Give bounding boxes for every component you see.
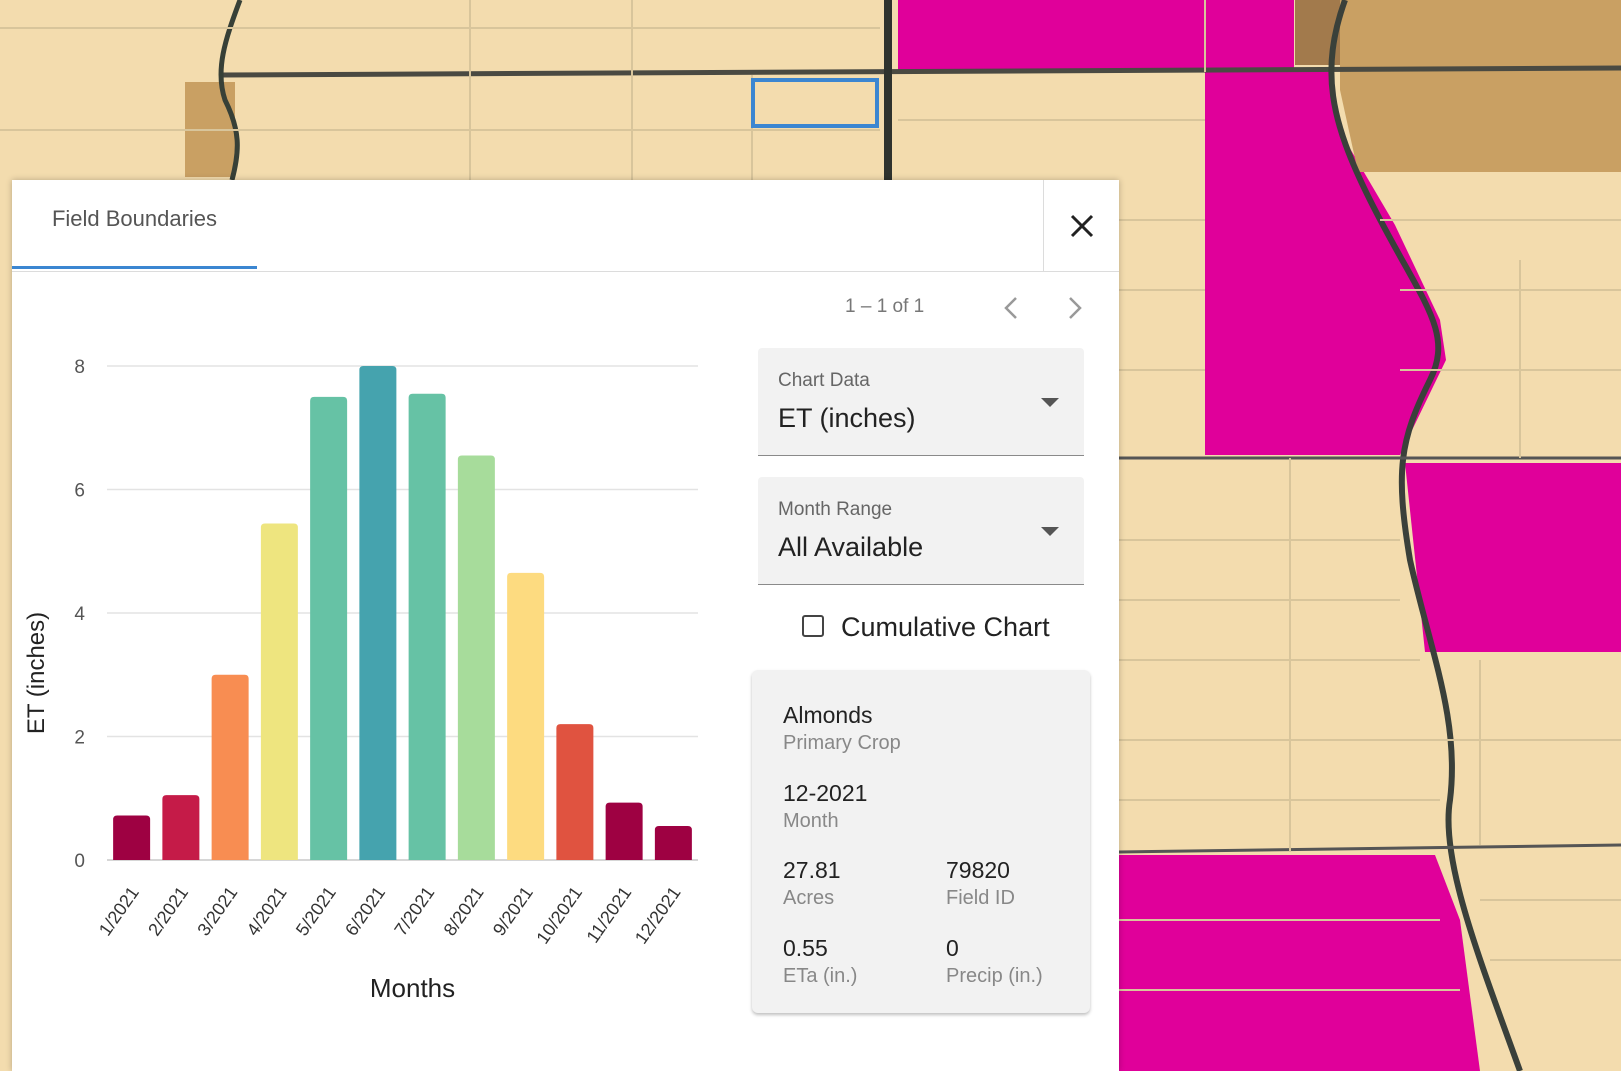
eta-value: 0.55 xyxy=(783,935,828,961)
cumulative-label: Cumulative Chart xyxy=(841,612,1050,642)
month-range-label: Month Range xyxy=(778,499,893,520)
month-range-value: All Available xyxy=(778,532,924,562)
pager-text: 1 – 1 of 1 xyxy=(845,296,925,317)
month-label: Month xyxy=(783,810,839,832)
chevron-right-icon xyxy=(1069,297,1082,319)
prev-page-button[interactable] xyxy=(994,290,1030,326)
tab-field-boundaries[interactable]: Field Boundaries xyxy=(12,180,257,269)
x-tick-label: 4/2021 xyxy=(243,883,291,940)
precip-value: 0 xyxy=(946,935,959,961)
x-tick-label: 10/2021 xyxy=(532,883,586,948)
x-tick-label: 8/2021 xyxy=(440,883,488,940)
x-tick-label: 3/2021 xyxy=(193,883,241,940)
chart-data-value: ET (inches) xyxy=(778,403,916,433)
chart-data-select[interactable]: Chart Data ET (inches) xyxy=(758,348,1084,456)
dropdown-arrow-icon xyxy=(1041,398,1059,407)
next-page-button[interactable] xyxy=(1056,290,1092,326)
bar xyxy=(457,455,495,860)
bar xyxy=(408,393,446,860)
bar xyxy=(507,572,545,860)
dropdown-arrow-icon xyxy=(1041,527,1059,536)
x-tick-label: 6/2021 xyxy=(341,883,389,940)
bar xyxy=(162,795,200,860)
x-tick-label: 2/2021 xyxy=(144,883,192,940)
month-range-select[interactable]: Month Range All Available xyxy=(758,477,1084,585)
x-tick-label: 7/2021 xyxy=(390,883,438,940)
y-axis-label: ET (inches) xyxy=(23,612,50,734)
x-axis-label: Months xyxy=(370,973,455,1003)
tab-field-boundaries-label: Field Boundaries xyxy=(51,206,218,231)
bar xyxy=(211,674,249,860)
y-tick-label: 0 xyxy=(74,851,85,872)
et-bar-chart: 0 2 4 6 8 1/2021 2/2021 3/2021 4/2021 5/2021 6/202… xyxy=(23,357,698,1003)
bar xyxy=(654,826,692,860)
x-tick-label: 1/2021 xyxy=(95,883,143,940)
x-tick-label: 11/2021 xyxy=(582,883,635,947)
y-tick-label: 8 xyxy=(74,357,85,378)
tab-bar: Field Boundaries xyxy=(12,180,1119,272)
crop-field xyxy=(1119,855,1480,1071)
precip-label: Precip (in.) xyxy=(946,965,1043,987)
x-tick-label: 12/2021 xyxy=(631,883,685,948)
close-button[interactable] xyxy=(1043,180,1120,271)
y-tick-label: 6 xyxy=(74,481,85,502)
field-id-label: Field ID xyxy=(946,887,1015,909)
chevron-left-icon xyxy=(1004,297,1017,319)
month-value: 12-2021 xyxy=(783,780,868,806)
bar xyxy=(556,724,594,860)
bar xyxy=(359,366,397,860)
y-tick-label: 4 xyxy=(74,604,85,625)
bar xyxy=(260,523,298,860)
field-info-card: Almonds Primary Crop 12-2021 Month 27.81… xyxy=(752,670,1090,1013)
chart-data-label: Chart Data xyxy=(778,370,870,391)
crop-label: Primary Crop xyxy=(783,732,901,754)
crop-value: Almonds xyxy=(783,702,873,728)
field-id-value: 79820 xyxy=(946,857,1010,883)
acres-value: 27.81 xyxy=(783,857,841,883)
bar xyxy=(605,802,643,860)
bar xyxy=(113,815,151,860)
y-tick-label: 2 xyxy=(74,728,85,749)
x-tick-label: 9/2021 xyxy=(489,883,537,940)
crop-field xyxy=(1405,463,1621,652)
bar xyxy=(310,396,348,860)
bare-field xyxy=(1340,0,1621,172)
eta-label: ETa (in.) xyxy=(783,965,858,987)
crop-field xyxy=(898,0,1294,70)
close-icon xyxy=(1070,214,1094,237)
cumulative-checkbox[interactable] xyxy=(802,615,824,637)
acres-label: Acres xyxy=(783,887,835,909)
x-tick-label: 5/2021 xyxy=(292,883,340,940)
